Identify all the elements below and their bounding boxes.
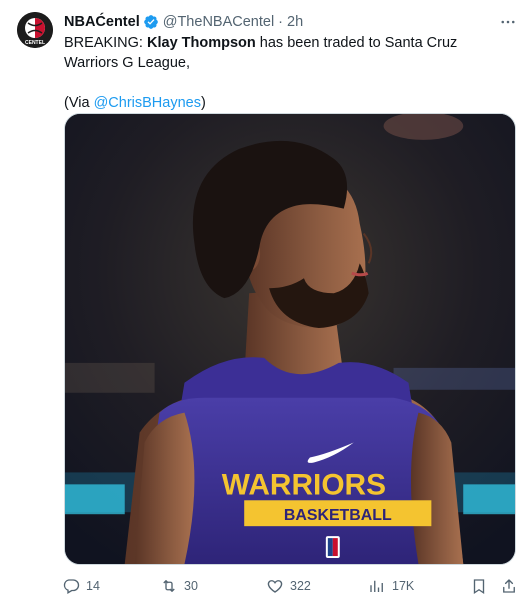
via-open: (Via <box>64 95 94 111</box>
tweet-bold-name: Klay Thompson <box>147 35 256 51</box>
tweet-text: BREAKING: Klay Thompson has been traded … <box>64 33 512 113</box>
nba-centel-logo-icon: CENTEL <box>17 12 53 48</box>
retweet-button[interactable]: 30 <box>160 575 198 597</box>
retweet-count: 30 <box>184 579 198 593</box>
tweet-time[interactable]: 2h <box>287 12 303 32</box>
avatar[interactable]: CENTEL <box>17 12 53 48</box>
reply-button[interactable]: 14 <box>62 575 100 597</box>
bookmark-button[interactable] <box>470 575 488 597</box>
tweet-card[interactable]: CENTEL NBAĆentel @TheNBACentel · 2h BREA… <box>0 0 532 614</box>
heart-icon <box>267 580 283 593</box>
tweet-via: (Via @ChrisBHaynes) <box>64 93 512 113</box>
account-name[interactable]: NBAĆentel <box>64 12 140 32</box>
share-icon <box>503 579 515 593</box>
more-options-icon[interactable] <box>498 12 518 32</box>
reply-icon <box>63 579 80 594</box>
via-close: ) <box>200 95 206 111</box>
like-button[interactable]: 322 <box>266 575 311 597</box>
share-button[interactable] <box>500 575 518 597</box>
views-button[interactable]: 17K <box>368 575 414 597</box>
jersey-subtext: BASKETBALL <box>284 507 392 524</box>
jersey-wordmark: WARRIORS <box>222 468 386 501</box>
retweet-icon <box>163 580 175 592</box>
bookmark-icon <box>473 579 485 595</box>
tweet-prefix: BREAKING: <box>64 35 147 51</box>
player-photo: WARRIORS BASKETBALL <box>65 114 515 564</box>
views-count: 17K <box>392 579 415 593</box>
like-count: 322 <box>290 579 311 593</box>
via-mention-link[interactable]: @ChrisBHaynes <box>94 95 201 111</box>
tweet-header: NBAĆentel @TheNBACentel · 2h <box>64 12 516 32</box>
tweet-actions: 14 30 322 17K <box>56 575 516 599</box>
avatar-text: CENTEL <box>25 40 45 46</box>
tweet-photo[interactable]: WARRIORS BASKETBALL <box>64 113 516 565</box>
views-chart-icon <box>370 580 383 592</box>
account-handle[interactable]: @TheNBACentel <box>163 12 274 32</box>
verified-badge-icon <box>143 14 159 30</box>
reply-count: 14 <box>86 579 100 593</box>
header-separator: · <box>278 14 284 30</box>
tweet-body: BREAKING: Klay Thompson has been traded … <box>64 33 512 73</box>
